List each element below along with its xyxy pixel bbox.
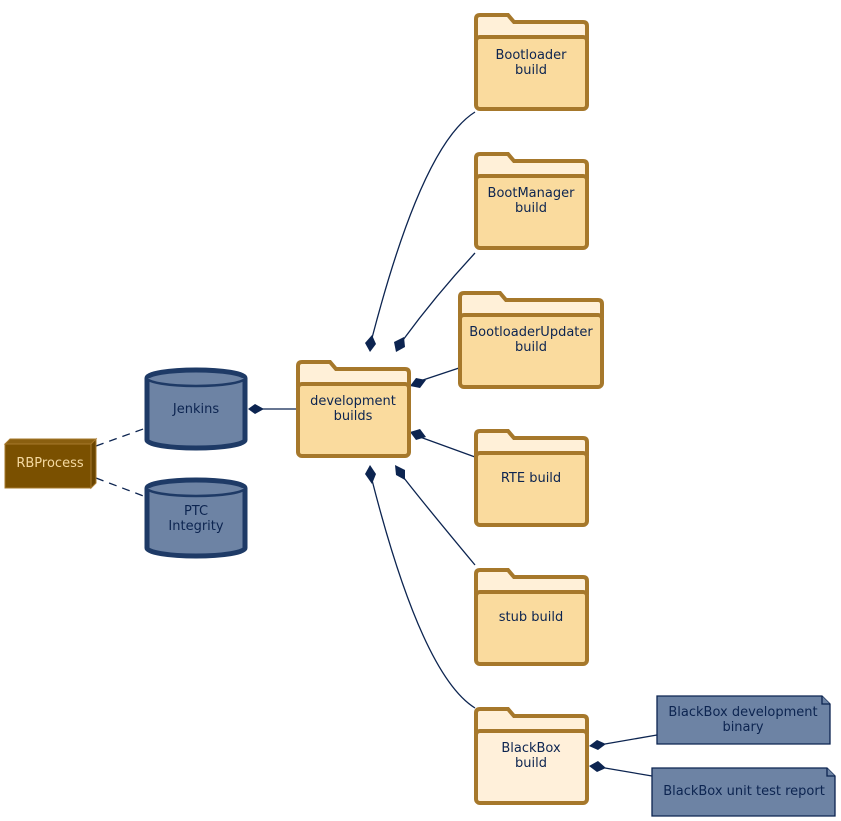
node-label: stub build — [499, 610, 563, 625]
composition-diamond — [365, 335, 376, 352]
datastore-jenkins[interactable]: Jenkins — [144, 367, 248, 451]
node-label: build — [515, 63, 547, 78]
edge-blackbox-binary — [604, 734, 658, 745]
folder-rte-build[interactable]: RTE build — [474, 429, 589, 527]
edge-dev-stub — [403, 477, 476, 566]
node-label: RBProcess — [16, 456, 83, 471]
folder-blackbox-build[interactable]: BlackBox build — [474, 707, 589, 805]
node-label: BlackBox — [501, 741, 561, 756]
folder-bootmanager-build[interactable]: BootManager build — [474, 152, 589, 250]
edge-dev-bootloaderupdater — [419, 367, 460, 382]
node-label: build — [515, 340, 547, 355]
edge-blackbox-report — [604, 767, 653, 777]
diagram-canvas: RBProcess Jenkins PTC Integrity developm… — [3, 13, 836, 817]
composition-diamond — [365, 465, 376, 484]
edge-dev-blackbox — [371, 479, 476, 709]
edge-dev-rte — [419, 436, 476, 458]
composition-diamond — [394, 337, 405, 352]
node-label: BootloaderUpdater — [469, 325, 593, 340]
edge-rbprocess-jenkins — [95, 427, 147, 447]
folder-bootloader-build[interactable]: Bootloader build — [474, 13, 589, 111]
node-label: RTE build — [501, 471, 561, 486]
artifact-blackbox-development-binary[interactable]: BlackBox development binary — [656, 695, 831, 745]
folder-development-builds[interactable]: development builds — [296, 360, 411, 458]
folder-stub-build[interactable]: stub build — [474, 568, 589, 666]
node-label: BlackBox development — [668, 705, 817, 720]
node-label: build — [515, 201, 547, 216]
node-label: Integrity — [168, 519, 223, 534]
node-label: binary — [722, 720, 763, 735]
node-label: development — [310, 394, 396, 409]
node-label: PTC — [184, 504, 208, 519]
composition-diamond — [248, 404, 264, 414]
node-label: Jenkins — [172, 402, 219, 417]
datastore-ptc-integrity[interactable]: PTC Integrity — [144, 477, 248, 559]
composition-diamond — [395, 465, 405, 480]
edge-rbprocess-ptc — [95, 477, 147, 498]
folder-bootloaderupdater-build[interactable]: BootloaderUpdater build — [458, 291, 604, 389]
node-label: build — [515, 756, 547, 771]
node-label: BootManager — [488, 186, 576, 201]
composition-diamond — [589, 740, 606, 750]
composition-diamond — [589, 761, 606, 772]
node-label: Bootloader — [495, 48, 567, 63]
artifact-blackbox-unit-test-report[interactable]: BlackBox unit test report — [651, 767, 836, 817]
node-rbprocess[interactable]: RBProcess — [3, 437, 98, 490]
node-label: BlackBox unit test report — [663, 784, 825, 799]
node-label: builds — [334, 409, 373, 424]
